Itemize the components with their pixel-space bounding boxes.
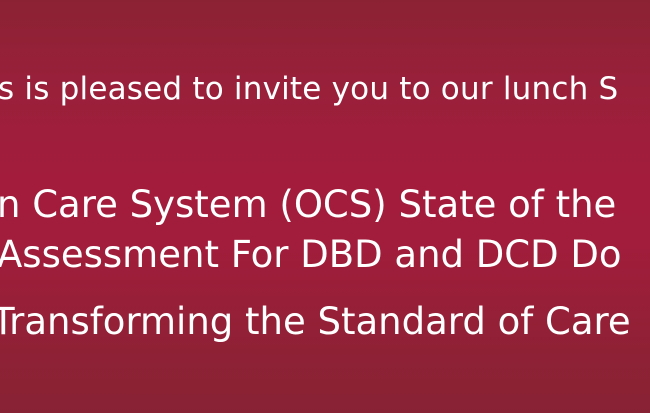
session-tagline: Transforming the Standard of Care — [0, 300, 631, 343]
session-title-line-1: n Care System (OCS) State of the — [0, 183, 617, 226]
invitation-text: s is pleased to invite you to our lunch … — [0, 71, 619, 107]
invitation-banner: s is pleased to invite you to our lunch … — [0, 0, 650, 413]
session-title-line-2: Assessment For DBD and DCD Do — [0, 233, 622, 276]
